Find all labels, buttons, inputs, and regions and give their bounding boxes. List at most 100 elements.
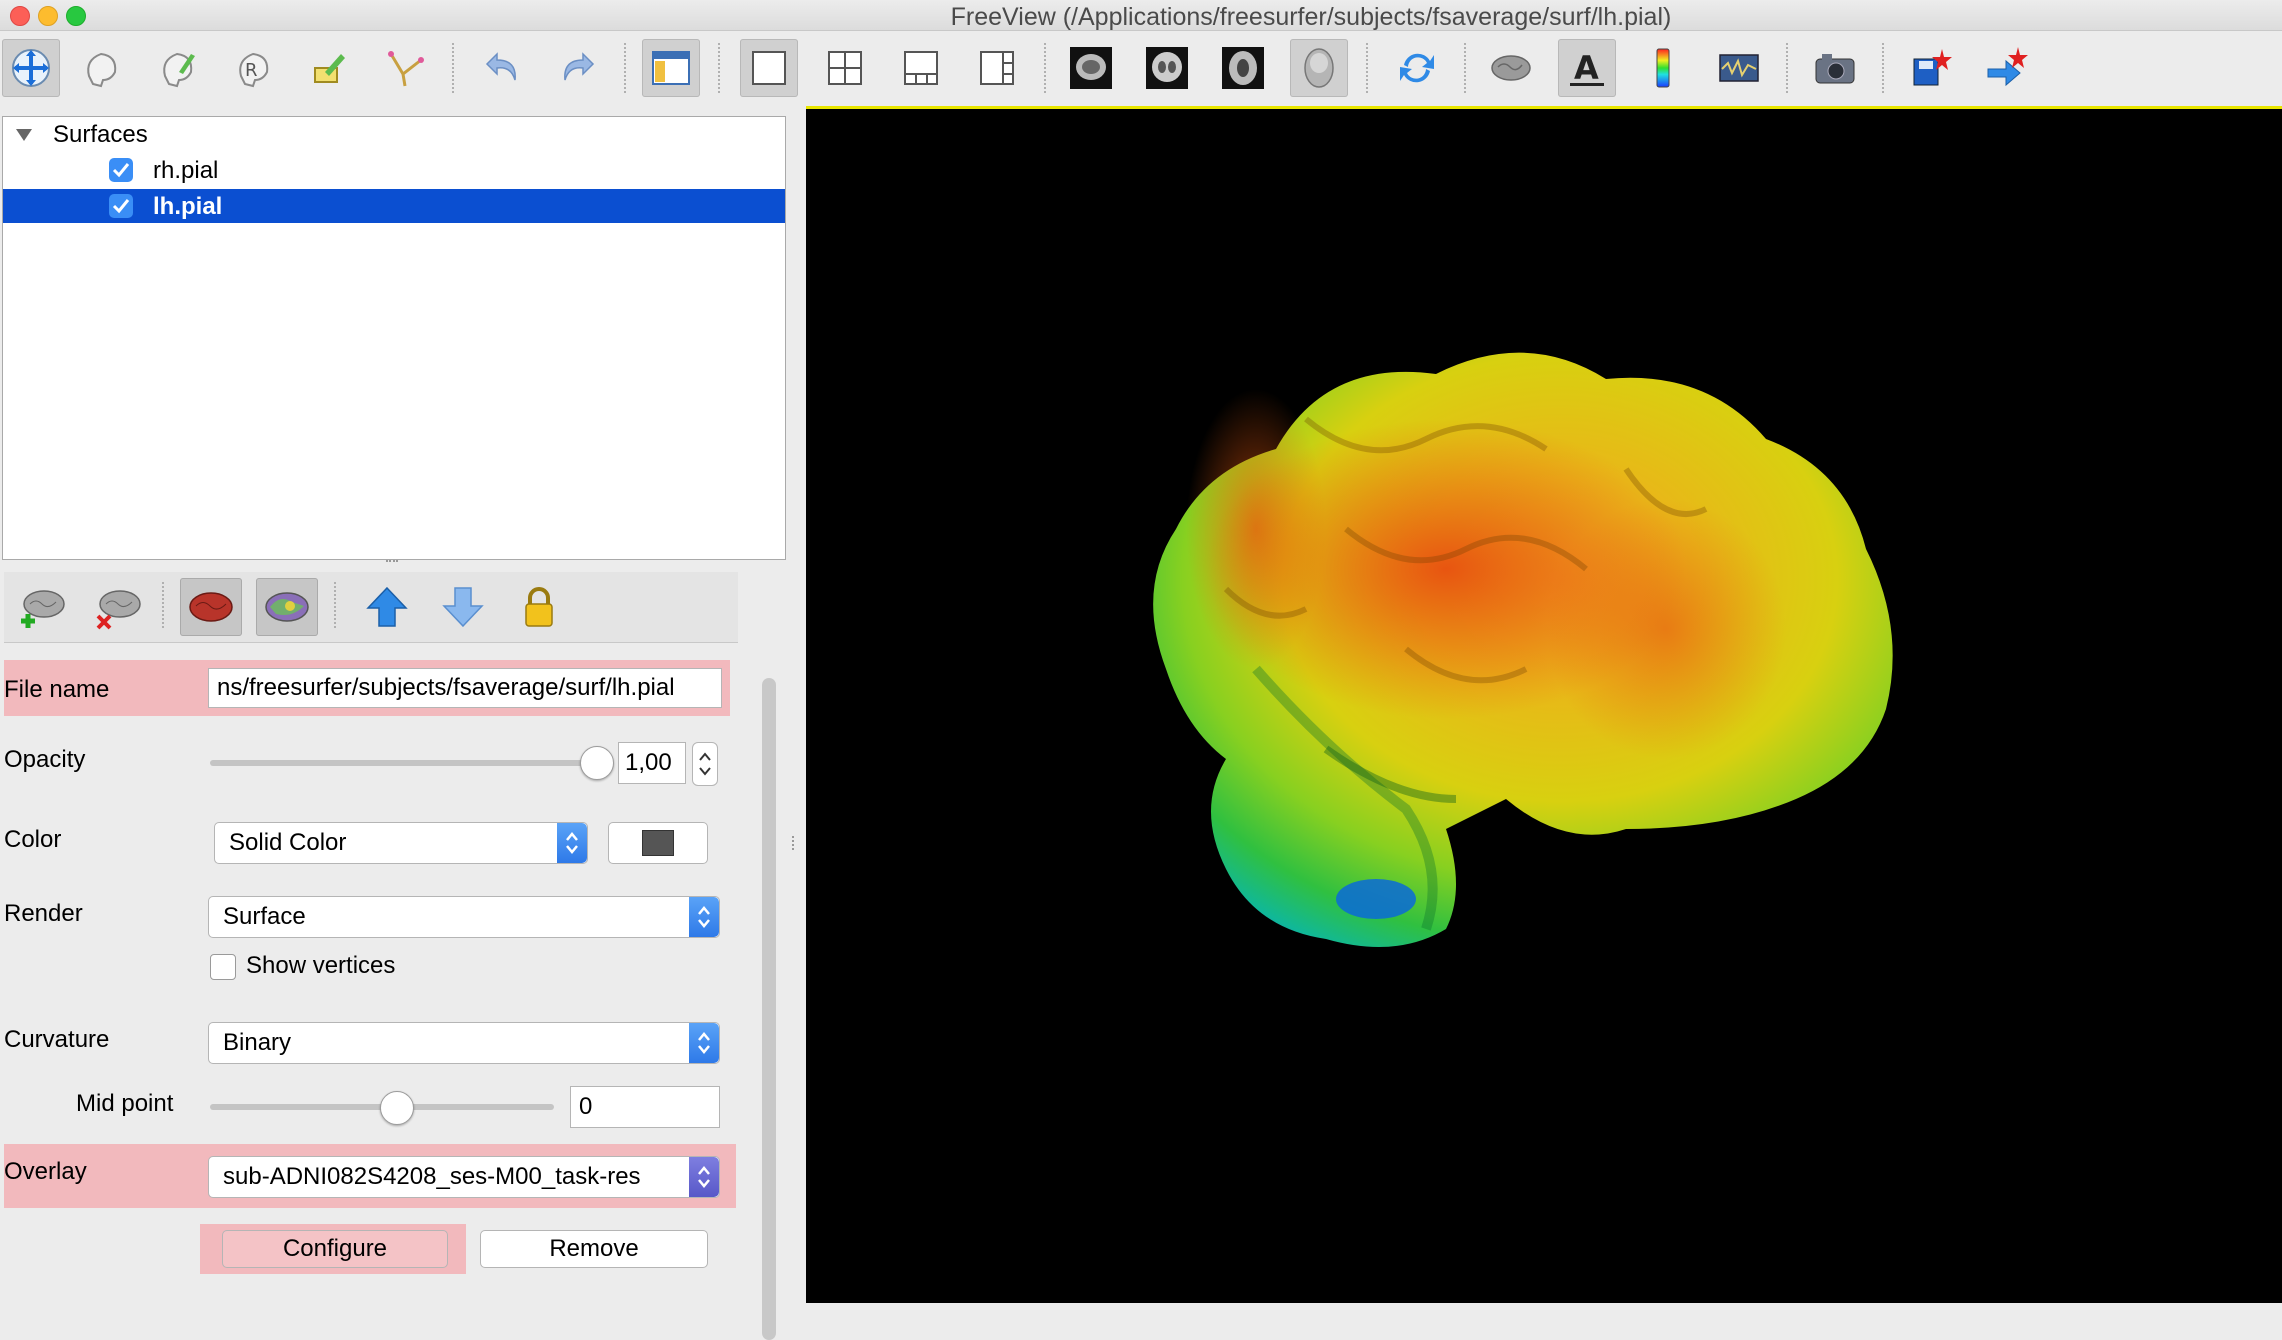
info-panel-button[interactable] — [1710, 39, 1768, 97]
opacity-slider-handle[interactable] — [580, 746, 614, 780]
goto-point-button[interactable] — [1978, 39, 2036, 97]
color-bar-icon — [1656, 48, 1670, 88]
select-arrow-icon — [689, 1023, 719, 1063]
stepper-arrows-icon — [699, 752, 711, 776]
sagittal-view-icon — [1070, 47, 1112, 89]
toolbar-separator — [718, 43, 720, 93]
layout-1x1-button[interactable] — [740, 39, 798, 97]
render-label: Render — [4, 900, 83, 927]
opacity-slider-track[interactable] — [210, 760, 596, 766]
tree-item-lh-pial[interactable]: lh.pial — [3, 189, 785, 223]
splitter-handle[interactable] — [386, 560, 398, 570]
configure-button[interactable]: Configure — [222, 1230, 448, 1268]
surface-color-button[interactable] — [180, 578, 242, 636]
curvature-label: Curvature — [4, 1026, 110, 1053]
redo-button[interactable] — [548, 39, 606, 97]
tree-group-surfaces[interactable]: Surfaces — [3, 117, 785, 151]
layout-1-3-vertical-button[interactable] — [968, 39, 1026, 97]
axial-view-button[interactable] — [1214, 39, 1272, 97]
tree-item-rh-pial[interactable]: rh.pial — [3, 153, 785, 187]
toolbar-separator — [624, 43, 626, 93]
recon-edit-button[interactable] — [148, 39, 206, 97]
voxel-edit-button[interactable] — [72, 39, 130, 97]
remove-overlay-button[interactable]: Remove — [480, 1230, 708, 1268]
coronal-view-icon — [1146, 47, 1188, 89]
panel-scrollbar[interactable] — [762, 678, 776, 1340]
toolbar-separator — [1882, 43, 1884, 93]
coronal-view-button[interactable] — [1138, 39, 1196, 97]
panel-toolbar-separator — [162, 582, 164, 628]
expand-arrow-icon[interactable] — [15, 123, 33, 151]
render-select[interactable]: Surface — [208, 896, 720, 938]
screenshot-button[interactable] — [1806, 39, 1864, 97]
reset-view-button[interactable] — [1388, 39, 1446, 97]
add-surface-button[interactable] — [12, 578, 74, 636]
window-title: FreeView (/Applications/freesurfer/subje… — [950, 3, 1672, 31]
axial-view-icon — [1222, 47, 1264, 89]
sagittal-view-button[interactable] — [1062, 39, 1120, 97]
show-annotation-button[interactable]: A — [1558, 39, 1616, 97]
svg-text:R: R — [245, 60, 258, 81]
midpoint-label: Mid point — [76, 1090, 174, 1117]
select-arrow-icon — [689, 1157, 719, 1197]
curvature-value: Binary — [223, 1029, 292, 1056]
layout-2x2-icon — [828, 51, 862, 85]
file-name-field[interactable]: ns/freesurfer/subjects/fsaverage/surf/lh… — [208, 668, 722, 708]
color-mode-select[interactable]: Solid Color — [214, 822, 588, 864]
select-arrow-icon — [557, 823, 587, 863]
vertical-splitter-handle[interactable] — [792, 836, 800, 850]
opacity-stepper[interactable] — [692, 742, 718, 786]
save-point-button[interactable] — [1902, 39, 1960, 97]
show-annotation-icon: A — [1570, 49, 1604, 87]
move-down-button[interactable] — [432, 578, 494, 636]
layout-2x2-button[interactable] — [816, 39, 874, 97]
reset-view-icon — [1400, 53, 1434, 83]
title-bar: FreeView (/Applications/freesurfer/subje… — [0, 0, 2282, 31]
point-set-edit-button[interactable] — [300, 39, 358, 97]
redo-icon — [564, 52, 595, 81]
curvature-select[interactable]: Binary — [208, 1022, 720, 1064]
overlay-select[interactable]: sub-ADNI082S4208_ses-M00_task-res — [208, 1156, 720, 1198]
color-label: Color — [4, 826, 62, 853]
move-up-button[interactable] — [356, 578, 418, 636]
navigate-button[interactable] — [2, 39, 60, 97]
svg-text:A: A — [1574, 49, 1599, 87]
lock-button[interactable] — [508, 578, 570, 636]
layer-visibility-checkbox[interactable] — [109, 194, 133, 218]
move-down-icon — [442, 587, 484, 628]
toggle-panel-button[interactable] — [642, 39, 700, 97]
layout-1x1-icon — [752, 51, 786, 85]
surface-overlay-button[interactable] — [256, 578, 318, 636]
layout-1-3-vertical-icon — [980, 51, 1014, 85]
undo-button[interactable] — [474, 39, 532, 97]
opacity-input[interactable]: 1,00 — [618, 742, 686, 784]
measure-button[interactable] — [376, 39, 434, 97]
file-name-label: File name — [4, 676, 110, 703]
surface-color-icon — [189, 592, 233, 622]
remove-surface-button[interactable] — [88, 578, 150, 636]
layout-1-3-icon — [904, 51, 938, 85]
roi-edit-button[interactable]: R — [224, 39, 282, 97]
undo-icon — [485, 52, 516, 81]
color-swatch — [642, 830, 674, 856]
show-brain-button[interactable] — [1482, 39, 1540, 97]
midpoint-input[interactable]: 0 — [570, 1086, 720, 1128]
color-bar-button[interactable] — [1634, 39, 1692, 97]
tree-item-label: lh.pial — [153, 193, 223, 220]
checkmark-icon — [112, 163, 130, 178]
layout-1-3-button[interactable] — [892, 39, 950, 97]
navigate-icon — [12, 49, 50, 87]
show-vertices-label: Show vertices — [246, 952, 396, 979]
render-view-3d[interactable] — [806, 106, 2282, 1303]
layer-visibility-checkbox[interactable] — [109, 158, 133, 182]
midpoint-slider-handle[interactable] — [380, 1091, 414, 1125]
toggle-panel-icon — [652, 51, 690, 85]
screenshot-icon — [1815, 54, 1855, 84]
3d-view-button[interactable] — [1290, 39, 1348, 97]
info-panel-icon — [1719, 54, 1759, 82]
toolbar-separator — [1464, 43, 1466, 93]
color-picker-button[interactable] — [608, 822, 708, 864]
brain-surface-render — [1153, 352, 1893, 947]
show-vertices-checkbox[interactable] — [210, 954, 236, 980]
add-surface-icon — [21, 590, 65, 628]
